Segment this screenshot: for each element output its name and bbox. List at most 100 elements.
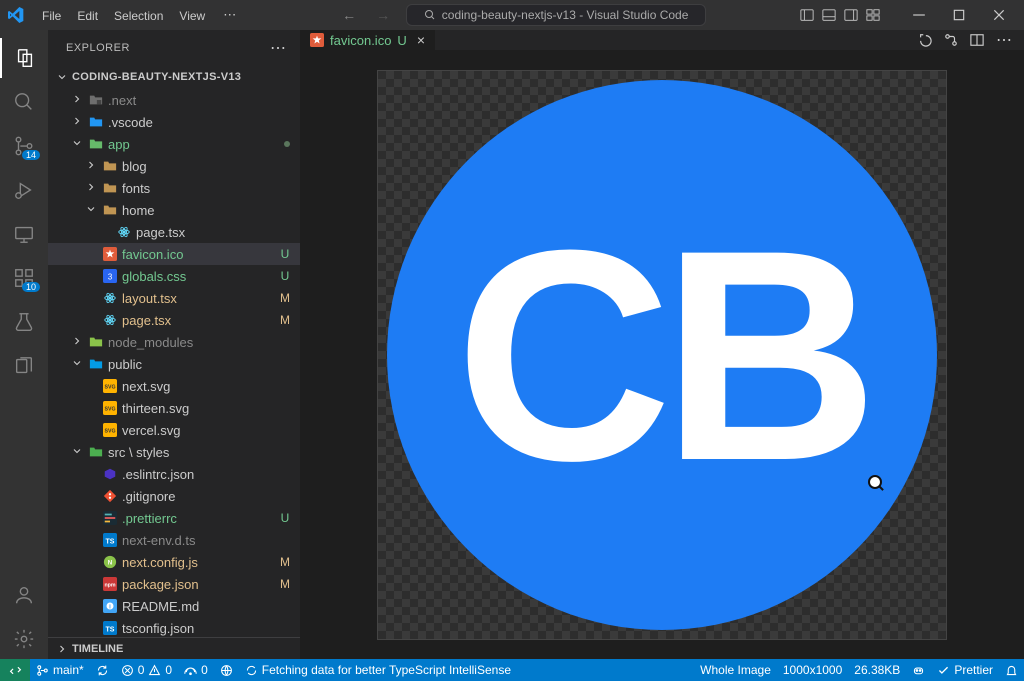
tree-item-blog[interactable]: blog <box>48 155 300 177</box>
timeline-header[interactable]: TIMELINE <box>48 637 300 659</box>
folder-vscode-icon <box>88 114 104 130</box>
tree-item-thirteen-svg[interactable]: SVGthirteen.svg <box>48 397 300 419</box>
tree-item-vercel-svg[interactable]: SVGvercel.svg <box>48 419 300 441</box>
tab-close-icon[interactable]: × <box>417 32 425 48</box>
activity-references[interactable] <box>0 346 48 386</box>
tree-item-fonts[interactable]: fonts <box>48 177 300 199</box>
tree-label: .next <box>108 93 292 108</box>
chevron-down-icon <box>56 71 68 83</box>
tree-item-home[interactable]: home <box>48 199 300 221</box>
status-copilot[interactable] <box>906 664 931 677</box>
scm-badge: 14 <box>22 150 40 160</box>
sidebar: EXPLORER ⋯ CODING-BEAUTY-NEXTJS-V13 .nex… <box>48 30 300 659</box>
tree-item-layout-tsx[interactable]: layout.tsxM <box>48 287 300 309</box>
activity-explorer[interactable] <box>0 38 48 78</box>
compare-icon[interactable] <box>944 33 958 47</box>
tree-item-page-tsx[interactable]: page.tsx <box>48 221 300 243</box>
window-minimize[interactable] <box>902 0 936 30</box>
panel-bottom-icon[interactable] <box>822 8 836 22</box>
activity-debug[interactable] <box>0 170 48 210</box>
svg-text:npm: npm <box>104 583 115 589</box>
svg-text:3: 3 <box>108 273 113 282</box>
layout-custom-icon[interactable] <box>866 8 880 22</box>
extensions-badge: 10 <box>22 282 40 292</box>
status-problems[interactable]: 0 0 <box>115 663 178 677</box>
tree-label: favicon.ico <box>122 247 274 262</box>
tree-label: next.config.js <box>122 555 274 570</box>
tree-item-public[interactable]: public <box>48 353 300 375</box>
tree-item-node-modules[interactable]: node_modules <box>48 331 300 353</box>
tab-overflow[interactable]: ⋯ <box>996 30 1012 50</box>
activity-extensions[interactable]: 10 <box>0 258 48 298</box>
status-prettier[interactable]: Prettier <box>931 663 999 677</box>
status-ts-loading[interactable]: Fetching data for better TypeScript Inte… <box>239 663 517 677</box>
menu-overflow[interactable]: ⋯ <box>215 3 244 27</box>
tree-item-tsconfig-json[interactable]: TStsconfig.json <box>48 617 300 637</box>
activity-account[interactable] <box>0 575 48 615</box>
favicon-image: CB <box>387 80 937 630</box>
tree-item--prettierrc[interactable]: .prettierrcU <box>48 507 300 529</box>
git-status: M <box>278 577 292 591</box>
tree-item--vscode[interactable]: .vscode <box>48 111 300 133</box>
tree-item-next-config-js[interactable]: Nnext.config.jsM <box>48 551 300 573</box>
tree-item-next-svg[interactable]: SVGnext.svg <box>48 375 300 397</box>
tree-label: page.tsx <box>122 313 274 328</box>
project-header[interactable]: CODING-BEAUTY-NEXTJS-V13 <box>48 65 300 89</box>
tree-label: README.md <box>122 599 292 614</box>
menu-edit[interactable]: Edit <box>69 5 106 27</box>
tree-item-favicon-ico[interactable]: favicon.icoU <box>48 243 300 265</box>
status-filesize[interactable]: 26.38KB <box>848 663 906 677</box>
svg-text:N: N <box>108 560 112 567</box>
tree-item-readme-md[interactable]: iREADME.md <box>48 595 300 617</box>
chevron-right-icon <box>56 643 68 655</box>
status-live[interactable] <box>214 664 239 677</box>
favicon-text: CB <box>455 182 868 528</box>
nav-forward-icon[interactable]: → <box>372 5 394 25</box>
tree-label: .eslintrc.json <box>122 467 292 482</box>
status-sync[interactable] <box>90 664 115 677</box>
editor-area: favicon.ico U × ⋯ CB <box>300 30 1024 659</box>
menu-selection[interactable]: Selection <box>106 5 171 27</box>
activity-settings[interactable] <box>0 619 48 659</box>
activity-testing[interactable] <box>0 302 48 342</box>
command-center[interactable]: coding-beauty-nextjs-v13 - Visual Studio… <box>406 4 706 26</box>
sidebar-actions[interactable]: ⋯ <box>270 38 288 58</box>
vscode-logo-icon <box>8 7 24 23</box>
tab-favicon[interactable]: favicon.ico U × <box>300 30 436 50</box>
tree-label: .prettierrc <box>122 511 274 526</box>
status-branch[interactable]: main* <box>30 663 90 677</box>
svg-text:SVG: SVG <box>104 407 115 413</box>
tree-item-next-env-d-ts[interactable]: TSnext-env.d.ts <box>48 529 300 551</box>
tree-item-app[interactable]: app <box>48 133 300 155</box>
status-dimensions[interactable]: 1000x1000 <box>777 663 848 677</box>
remote-indicator[interactable] <box>0 659 30 681</box>
tree-item-globals-css[interactable]: 3globals.cssU <box>48 265 300 287</box>
folder-icon <box>102 158 118 174</box>
tree-item-src---styles[interactable]: src \ styles <box>48 441 300 463</box>
menu-view[interactable]: View <box>171 5 213 27</box>
tree-item-package-json[interactable]: npm package.json M <box>48 573 300 595</box>
tree-item--eslintrc-json[interactable]: .eslintrc.json <box>48 463 300 485</box>
layout-controls <box>800 8 880 22</box>
tree-item--gitignore[interactable]: .gitignore <box>48 485 300 507</box>
activity-search[interactable] <box>0 82 48 122</box>
nav-back-icon[interactable]: ← <box>338 5 360 25</box>
favicon-icon <box>310 33 324 47</box>
zoom-cursor-icon <box>868 475 882 489</box>
activity-remote[interactable] <box>0 214 48 254</box>
status-zoom[interactable]: Whole Image <box>694 663 777 677</box>
activity-source-control[interactable]: 14 <box>0 126 48 166</box>
tree-label: package.json <box>122 577 274 592</box>
window-maximize[interactable] <box>942 0 976 30</box>
status-notifications[interactable] <box>999 664 1024 677</box>
tree-item--next[interactable]: .next <box>48 89 300 111</box>
menu-file[interactable]: File <box>34 5 69 27</box>
panel-right-icon[interactable] <box>844 8 858 22</box>
panel-left-icon[interactable] <box>800 8 814 22</box>
status-ports[interactable]: 0 <box>178 663 214 677</box>
tree-item-page-tsx[interactable]: page.tsxM <box>48 309 300 331</box>
image-preview[interactable]: CB <box>300 50 1024 660</box>
split-editor-icon[interactable] <box>970 33 984 47</box>
revert-icon[interactable] <box>918 33 932 47</box>
window-close[interactable] <box>982 0 1016 30</box>
